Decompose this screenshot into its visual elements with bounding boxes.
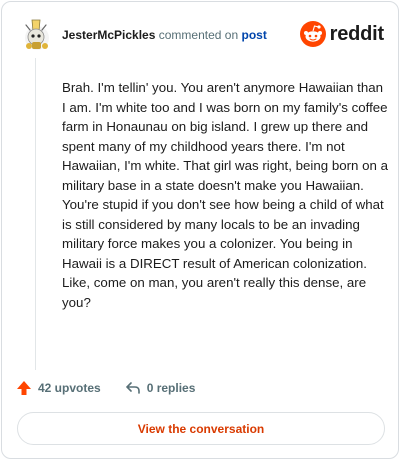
action-text: commented on xyxy=(158,28,239,42)
comment-header: JesterMcPickles commented on post reddit xyxy=(16,14,384,54)
post-link[interactable]: post xyxy=(241,28,266,42)
reddit-logo-icon xyxy=(299,21,326,47)
comment-card: JesterMcPickles commented on post reddit… xyxy=(1,1,399,459)
user-avatar[interactable] xyxy=(20,16,54,52)
comment-body: Brah. I'm tellin' you. You aren't anymor… xyxy=(62,80,389,310)
reply-count: 0 replies xyxy=(146,381,196,395)
upvote-count: 42 upvotes xyxy=(38,381,101,395)
reply-button[interactable]: 0 replies xyxy=(125,380,196,396)
view-conversation-button[interactable]: View the conversation xyxy=(17,412,385,445)
reply-arrow-icon xyxy=(125,382,140,394)
reddit-brand[interactable]: reddit xyxy=(299,20,385,48)
upvote-button[interactable]: 42 upvotes xyxy=(16,380,101,396)
author-name[interactable]: JesterMcPickles xyxy=(62,28,155,42)
comment-meta: JesterMcPickles commented on post xyxy=(62,28,267,42)
thread-line xyxy=(35,58,36,370)
brand-wordmark: reddit xyxy=(329,22,385,45)
upvote-arrow-icon xyxy=(17,381,31,395)
avatar-icon xyxy=(25,19,49,50)
comment-stats: 42 upvotes 0 replies xyxy=(16,378,195,398)
